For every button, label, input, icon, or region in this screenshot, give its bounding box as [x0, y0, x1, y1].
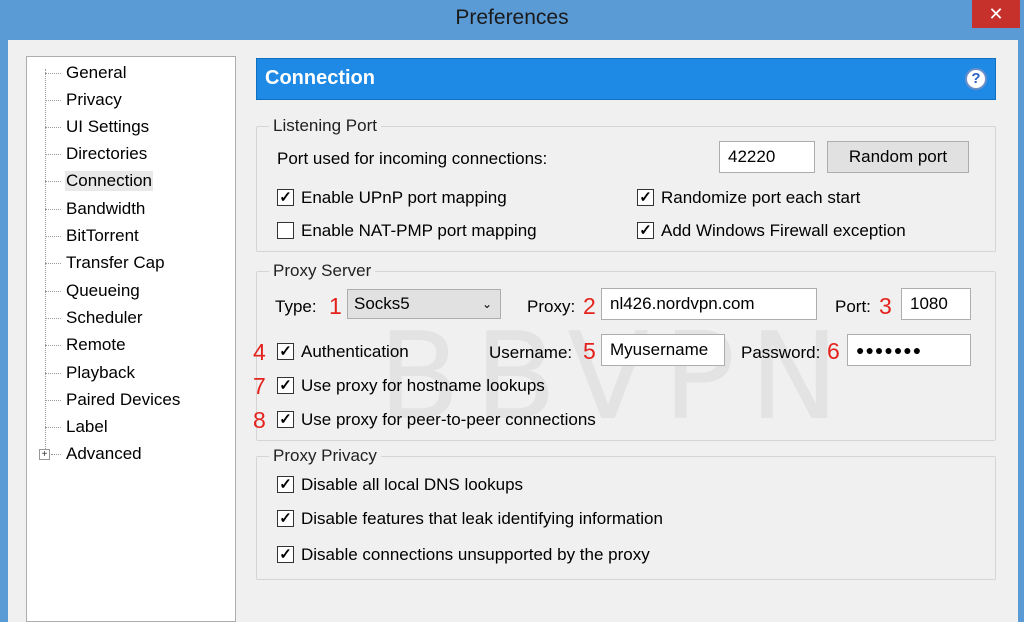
- annotation-7: 7: [253, 373, 266, 399]
- check-icon[interactable]: ✓: [637, 222, 654, 239]
- annotation-6: 6: [827, 338, 840, 364]
- check-icon[interactable]: ✓: [277, 411, 294, 428]
- close-button[interactable]: ✕: [972, 0, 1020, 28]
- page-header: Connection ?: [256, 58, 996, 100]
- dialog-client: General Privacy UI Settings Directories …: [8, 40, 1018, 622]
- proxy-server-group: Proxy Server Type: 1 Socks5 ⌄ Proxy: 2 n…: [253, 261, 996, 441]
- check-icon[interactable]: ✓: [277, 343, 294, 360]
- annotation-5: 5: [583, 338, 596, 364]
- group-title: Listening Port: [269, 116, 381, 136]
- expand-icon[interactable]: +: [39, 449, 50, 460]
- proxy-host-input[interactable]: nl426.nordvpn.com: [601, 288, 817, 320]
- annotation-8: 8: [253, 407, 266, 433]
- group-title: Proxy Server: [269, 261, 376, 281]
- username-label: Username:: [489, 343, 573, 362]
- proxy-port-input[interactable]: 1080: [901, 288, 971, 320]
- annotation-1: 1: [329, 293, 342, 319]
- chevron-down-icon: ⌄: [481, 297, 492, 311]
- page-title: Connection: [265, 67, 375, 89]
- check-icon[interactable]: ✓: [277, 189, 294, 206]
- annotation-4: 4: [253, 339, 266, 365]
- proxy-label: Proxy:: [527, 297, 576, 316]
- title-bar: Preferences ✕: [0, 0, 1024, 40]
- proxy-privacy-group: Proxy Privacy ✓ Disable all local DNS lo…: [256, 446, 996, 580]
- check-icon[interactable]: ✓: [277, 510, 294, 527]
- port-label: Port:: [835, 297, 871, 316]
- listening-port-group: Listening Port Port used for incoming co…: [256, 116, 996, 252]
- check-icon[interactable]: ✓: [277, 476, 294, 493]
- listening-port-input[interactable]: 42220: [719, 141, 815, 173]
- check-icon[interactable]: ✓: [277, 377, 294, 394]
- random-port-button[interactable]: Random port: [827, 141, 969, 173]
- check-icon[interactable]: ✓: [277, 546, 294, 563]
- proxy-type-select[interactable]: Socks5 ⌄: [347, 289, 501, 319]
- check-icon[interactable]: ✓: [637, 189, 654, 206]
- port-label: Port used for incoming connections:: [277, 149, 548, 168]
- help-icon[interactable]: ?: [965, 68, 987, 90]
- group-title: Proxy Privacy: [269, 446, 381, 466]
- annotation-2: 2: [583, 293, 596, 319]
- close-icon: ✕: [988, 3, 1004, 24]
- password-input[interactable]: ●●●●●●●: [847, 334, 971, 366]
- type-label: Type:: [275, 297, 317, 316]
- password-label: Password:: [741, 343, 821, 362]
- username-input[interactable]: Myusername: [601, 334, 725, 366]
- window-title: Preferences: [455, 6, 569, 29]
- unchecked-box[interactable]: [277, 222, 294, 239]
- annotation-3: 3: [879, 293, 892, 319]
- category-tree[interactable]: General Privacy UI Settings Directories …: [26, 56, 236, 622]
